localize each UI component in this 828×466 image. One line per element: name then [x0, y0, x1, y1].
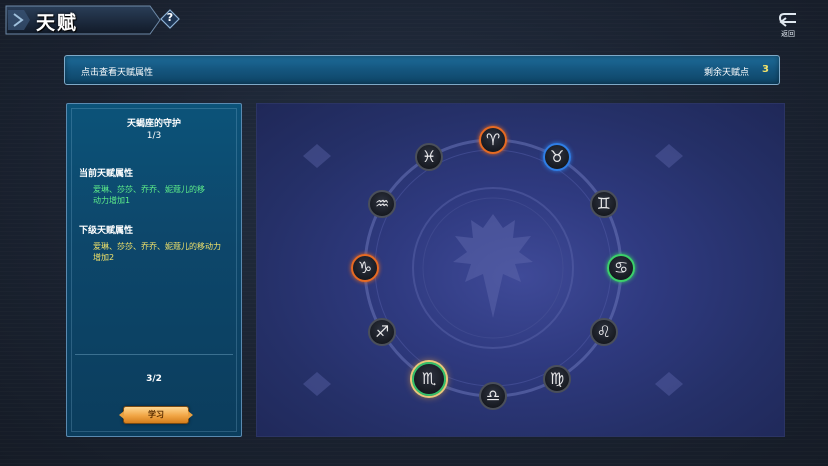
title-plate	[5, 5, 161, 35]
next-attr-heading: 下级天赋属性	[79, 226, 134, 236]
current-attr-heading: 当前天赋属性	[79, 169, 134, 179]
remaining-points-label: 剩余天赋点	[703, 68, 749, 78]
current-attr-text: 爱琳、莎莎、乔乔、妮蔻儿的移动力增加1	[93, 185, 205, 205]
taurus-icon: ♉	[549, 147, 565, 167]
talent-detail-panel: 天蝎座的守护 1/3 当前天赋属性 爱琳、莎莎、乔乔、妮蔻儿的移动力增加1 下级…	[66, 103, 242, 437]
talent-title: 天蝎座的守护	[126, 119, 181, 129]
capricorn-icon: ♑	[357, 258, 373, 277]
crest-emblem	[453, 214, 533, 318]
sign-node-gemini[interactable]: ♊	[589, 190, 618, 218]
aquarius-icon: ♒	[374, 194, 390, 213]
cancer-icon: ♋	[613, 258, 629, 277]
sign-node-virgo[interactable]: ♍	[543, 364, 571, 393]
libra-icon: ♎	[485, 386, 501, 405]
remaining-points-count: 3	[762, 64, 769, 75]
wheel-decoration	[303, 138, 683, 398]
learn-button-label: 学习	[148, 410, 164, 419]
info-hint: 点击查看天赋属性	[81, 68, 154, 78]
back-button[interactable]: 返回	[772, 11, 804, 41]
talent-wheel: ♈ ♉ ♊ ♋ ♌ ♍ ♎ ♏ ♐ ♑ ♒ ♓	[256, 103, 785, 437]
sagittarius-icon: ♐	[374, 322, 390, 341]
leo-icon: ♌	[596, 322, 612, 341]
sign-node-scorpio[interactable]: ♏	[412, 361, 446, 396]
page-title: 天赋	[36, 12, 79, 34]
sign-node-sagittarius[interactable]: ♐	[368, 318, 397, 346]
sign-node-cancer[interactable]: ♋	[607, 254, 635, 282]
info-bar: 点击查看天赋属性 剩余天赋点 3	[64, 55, 780, 85]
aries-icon: ♈	[485, 130, 501, 149]
sign-node-aquarius[interactable]: ♒	[368, 190, 397, 218]
sign-node-pisces[interactable]: ♓	[415, 143, 443, 172]
back-label: 返回	[781, 30, 795, 38]
cost-progress: 3/2	[146, 374, 162, 384]
help-symbol: ?	[166, 11, 174, 24]
gemini-icon: ♊	[596, 194, 612, 213]
back-arrow-icon	[778, 13, 796, 27]
sign-node-aries[interactable]: ♈	[479, 126, 507, 154]
sign-node-libra[interactable]: ♎	[479, 382, 507, 410]
sign-node-capricorn[interactable]: ♑	[351, 254, 379, 282]
pisces-icon: ♓	[421, 147, 437, 167]
next-attr-text: 爱琳、莎莎、乔乔、妮蔻儿的移动力增加2	[93, 242, 221, 262]
sign-node-taurus[interactable]: ♉	[543, 143, 571, 172]
divider	[75, 354, 233, 355]
help-button[interactable]: ?	[160, 9, 180, 29]
virgo-icon: ♍	[549, 368, 565, 388]
sign-node-leo[interactable]: ♌	[589, 318, 618, 346]
learn-button[interactable]: 学习	[119, 406, 193, 424]
scorpio-icon: ♏	[421, 368, 437, 388]
talent-level: 1/3	[146, 131, 162, 141]
